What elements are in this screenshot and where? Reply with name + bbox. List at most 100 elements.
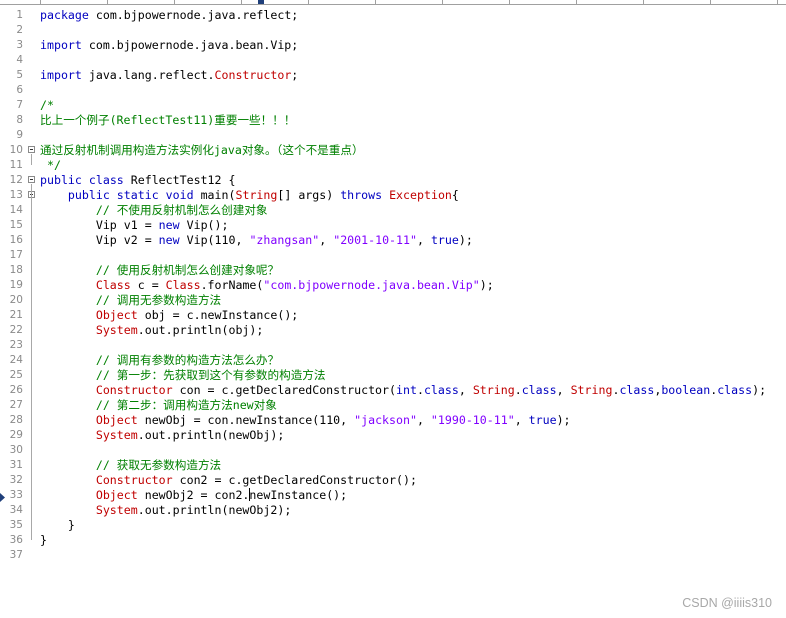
code-line[interactable]: 9	[0, 128, 786, 143]
line-number: 4	[16, 54, 23, 66]
line-number: 13	[9, 189, 23, 201]
code-editor[interactable]: 1 package com.bjpowernode.java.reflect; 2 3…	[0, 5, 786, 618]
code-line[interactable]: 26 Constructor con = c.getDeclaredConstr…	[0, 383, 786, 398]
code-line[interactable]: 6	[0, 83, 786, 98]
code-line[interactable]: 18 // 使用反射机制怎么创建对象呢？	[0, 263, 786, 278]
code-text: Constructor con = c.getDeclaredConstruct…	[40, 383, 766, 398]
code-token: }	[40, 518, 75, 532]
code-token: String	[570, 383, 613, 397]
code-line[interactable]: 4	[0, 53, 786, 68]
code-line[interactable]: 5 import java.lang.reflect.Constructor;	[0, 68, 786, 83]
code-line[interactable]: 15 Vip v1 = new Vip();	[0, 218, 786, 233]
line-number: 1	[16, 9, 23, 21]
code-line[interactable]: 7 /*	[0, 98, 786, 113]
code-line[interactable]: 21 Object obj = c.newInstance();	[0, 308, 786, 323]
code-line[interactable]: 14 // 不使用反射机制怎么创建对象	[0, 203, 786, 218]
code-line[interactable]: 25 // 第一步：先获取到这个有参数的构造方法	[0, 368, 786, 383]
code-token: new	[158, 233, 180, 247]
ruler-tick	[710, 0, 711, 4]
line-number: 26	[9, 384, 23, 396]
fold-toggle-icon[interactable]	[28, 146, 35, 153]
code-line[interactable]: 19 Class c = Class.forName("com.bjpowern…	[0, 278, 786, 293]
code-text: Object newObj2 = con2.newInstance();	[40, 488, 347, 503]
code-token: public	[67, 188, 110, 202]
code-token: "2001-10-11"	[333, 233, 417, 247]
code-line[interactable]: 30	[0, 443, 786, 458]
code-line[interactable]: 13 public static void main(String[] args…	[0, 188, 786, 203]
code-token: import	[40, 38, 82, 52]
code-token: );	[479, 278, 494, 292]
code-token: com.bjpowernode.java.reflect;	[88, 8, 299, 22]
code-text: import com.bjpowernode.java.bean.Vip;	[40, 38, 298, 53]
ruler-tick	[576, 0, 577, 4]
code-token: ,	[416, 233, 431, 247]
code-line[interactable]: 33 Object newObj2 = con2.newInstance();	[0, 488, 786, 503]
line-number: 36	[9, 534, 23, 546]
code-line[interactable]: 12 public class ReflectTest12 {	[0, 173, 786, 188]
code-token: void	[165, 188, 194, 202]
code-line[interactable]: 17	[0, 248, 786, 263]
code-token: System	[95, 503, 138, 517]
line-number: 10	[9, 144, 23, 156]
code-line[interactable]: 27 // 第二步：调用构造方法new对象	[0, 398, 786, 413]
code-line[interactable]: 35 }	[0, 518, 786, 533]
code-token: class	[521, 383, 557, 397]
ruler-tick	[308, 0, 309, 4]
code-token: /*	[40, 98, 54, 112]
code-text: // 第二步：调用构造方法new对象	[40, 398, 277, 413]
code-text: }	[40, 533, 47, 548]
code-line[interactable]: 29 System.out.println(newObj);	[0, 428, 786, 443]
code-token: }	[40, 533, 47, 547]
code-line[interactable]: 23	[0, 338, 786, 353]
code-token: boolean	[661, 383, 711, 397]
line-number: 8	[16, 114, 23, 126]
code-text: import java.lang.reflect.Constructor;	[40, 68, 298, 83]
code-token: com.bjpowernode.java.bean.Vip;	[81, 38, 299, 52]
code-token: Vip v1 =	[40, 218, 159, 232]
code-line[interactable]: 8 比上一个例子(ReflectTest11)重要一些！！！	[0, 113, 786, 128]
code-line[interactable]: 32 Constructor con2 = c.getDeclaredConst…	[0, 473, 786, 488]
code-line[interactable]: 16 Vip v2 = new Vip(110, "zhangsan", "20…	[0, 233, 786, 248]
code-token: class	[717, 383, 753, 397]
code-token: .	[416, 383, 424, 397]
code-line[interactable]: 31 // 获取无参数构造方法	[0, 458, 786, 473]
line-number: 25	[9, 369, 23, 381]
code-text: 比上一个例子(ReflectTest11)重要一些！！！	[40, 113, 295, 128]
code-token: {	[451, 188, 459, 202]
line-number: 11	[9, 159, 23, 171]
code-token: // 使用反射机制怎么创建对象呢？	[95, 263, 280, 277]
line-number: 14	[9, 204, 23, 216]
code-line[interactable]: 22 System.out.println(obj);	[0, 323, 786, 338]
code-line[interactable]: 37	[0, 548, 786, 563]
fold-toggle-icon[interactable]	[28, 176, 35, 183]
code-line[interactable]: 36}	[0, 533, 786, 548]
code-token: static	[116, 188, 159, 202]
code-line[interactable]: 3 import com.bjpowernode.java.bean.Vip;	[0, 38, 786, 53]
code-token: obj = c.newInstance();	[137, 308, 299, 322]
code-token: ,	[556, 383, 571, 397]
code-line[interactable]: 11 */	[0, 158, 786, 173]
code-line[interactable]: 28 Object newObj = con.newInstance(110, …	[0, 413, 786, 428]
code-text: // 第一步：先获取到这个有参数的构造方法	[40, 368, 326, 383]
code-text: System.out.println(obj);	[40, 323, 264, 338]
code-token: public	[40, 173, 82, 187]
code-line[interactable]: 24 // 调用有参数的构造方法怎么办？	[0, 353, 786, 368]
line-number: 9	[16, 129, 23, 141]
ruler-tick	[107, 0, 108, 4]
code-text: // 不使用反射机制怎么创建对象	[40, 203, 268, 218]
code-token: // 不使用反射机制怎么创建对象	[95, 203, 268, 217]
fold-guide-line	[31, 154, 32, 165]
code-token: Vip v2 =	[40, 233, 159, 247]
code-line[interactable]: 10 通过反射机制调用构造方法实例化java对象。（这个不是重点）	[0, 143, 786, 158]
code-line[interactable]: 2	[0, 23, 786, 38]
ruler-tick	[643, 0, 644, 4]
code-line[interactable]: 20 // 调用无参数构造方法	[0, 293, 786, 308]
code-line[interactable]: 34 System.out.println(newObj2);	[0, 503, 786, 518]
code-line[interactable]: 1 package com.bjpowernode.java.reflect;	[0, 8, 786, 23]
